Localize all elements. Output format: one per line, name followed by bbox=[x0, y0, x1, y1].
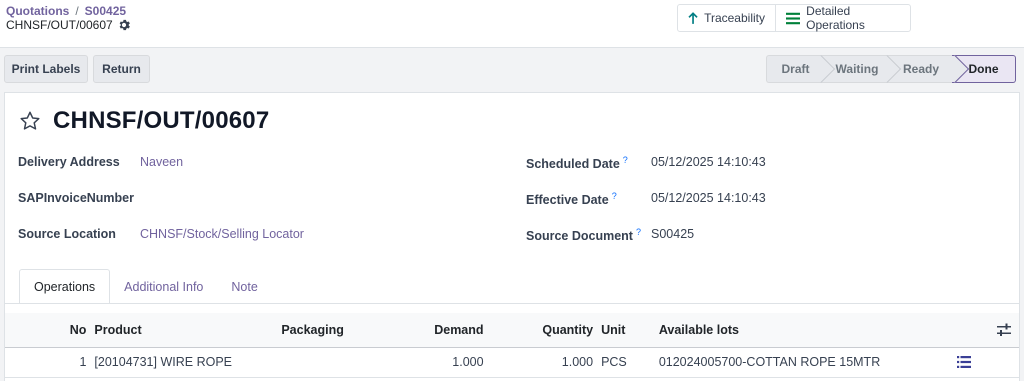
title-row: CHNSF/OUT/00607 bbox=[19, 107, 269, 135]
return-button[interactable]: Return bbox=[93, 55, 150, 83]
sliders-icon bbox=[997, 323, 1011, 337]
record-name: CHNSF/OUT/00607 bbox=[6, 18, 130, 32]
star-icon[interactable] bbox=[19, 110, 41, 132]
record-name-label: CHNSF/OUT/00607 bbox=[6, 18, 113, 32]
tabs-divider bbox=[5, 303, 1019, 304]
stage-ready-label: Ready bbox=[902, 62, 940, 76]
cell-details[interactable] bbox=[952, 347, 1019, 378]
traceability-button[interactable]: Traceability bbox=[678, 5, 775, 31]
delivery-address-label: Delivery Address bbox=[18, 155, 120, 169]
source-document-label: Source Document? bbox=[526, 227, 641, 243]
cell-packaging[interactable] bbox=[277, 347, 387, 378]
detailed-operations-button[interactable]: Detailed Operations bbox=[775, 4, 910, 32]
breadcrumb-quotations[interactable]: Quotations bbox=[6, 4, 69, 18]
col-unit[interactable]: Unit bbox=[597, 313, 655, 348]
stage-draft[interactable]: Draft bbox=[766, 54, 836, 84]
operations-table: No Product Packaging Demand Quantity Uni… bbox=[5, 313, 1019, 378]
tab-additional-info[interactable]: Additional Info bbox=[110, 269, 217, 304]
action-bar: Print Labels Return Draft Waiting Ready … bbox=[0, 48, 1024, 90]
list-icon bbox=[786, 12, 801, 24]
form-sheet: CHNSF/OUT/00607 Delivery Address Naveen … bbox=[4, 92, 1020, 381]
effective-date-label-text: Effective Date bbox=[526, 193, 609, 208]
arrow-up-icon bbox=[688, 12, 698, 24]
cell-product[interactable]: [20104731] WIRE ROPE bbox=[90, 347, 278, 378]
help-icon[interactable]: ? bbox=[636, 227, 641, 237]
optional-columns-toggle[interactable] bbox=[952, 313, 1019, 348]
effective-date-label: Effective Date? bbox=[526, 191, 617, 207]
delivery-address-value[interactable]: Naveen bbox=[140, 155, 183, 169]
detailed-operations-label: Detailed Operations bbox=[806, 4, 865, 32]
effective-date-value: 05/12/2025 14:10:43 bbox=[651, 191, 766, 205]
cell-available-lots: 012024005700-COTTAN ROPE 15MTR bbox=[654, 347, 953, 378]
col-demand[interactable]: Demand bbox=[386, 313, 488, 348]
scheduled-date-value[interactable]: 05/12/2025 14:10:43 bbox=[651, 155, 766, 169]
col-product[interactable]: Product bbox=[90, 313, 278, 348]
help-icon[interactable]: ? bbox=[612, 191, 617, 201]
control-panel: Quotations / S00425 CHNSF/OUT/00607 Tracea… bbox=[0, 0, 1024, 48]
table-header-row: No Product Packaging Demand Quantity Uni… bbox=[5, 313, 1019, 348]
sap-invoice-label: SAPInvoiceNumber bbox=[18, 191, 135, 205]
record-title: CHNSF/OUT/00607 bbox=[53, 107, 270, 134]
source-document-value[interactable]: S00425 bbox=[651, 227, 694, 241]
source-location-value[interactable]: CHNSF/Stock/Selling Locator bbox=[140, 227, 304, 241]
breadcrumb-separator: / bbox=[75, 4, 79, 18]
stage-done-label: Done bbox=[968, 62, 999, 76]
status-bar: Draft Waiting Ready Done bbox=[766, 54, 1016, 84]
stage-draft-label: Draft bbox=[781, 62, 810, 76]
source-location-label: Source Location bbox=[18, 227, 116, 241]
cell-unit: PCS bbox=[597, 347, 655, 378]
cell-demand[interactable]: 1.000 bbox=[386, 347, 488, 378]
traceability-label: Traceability bbox=[704, 11, 765, 25]
gear-icon[interactable] bbox=[118, 19, 130, 31]
stage-waiting-label: Waiting bbox=[835, 62, 879, 76]
print-labels-button[interactable]: Print Labels bbox=[4, 55, 88, 83]
help-icon[interactable]: ? bbox=[623, 155, 628, 165]
col-quantity[interactable]: Quantity bbox=[487, 313, 598, 348]
smart-buttons: Traceability Detailed Operations bbox=[677, 4, 911, 32]
stage-done[interactable]: Done bbox=[940, 54, 1016, 84]
cell-no: 1 bbox=[5, 347, 91, 378]
scheduled-date-label: Scheduled Date? bbox=[526, 155, 628, 171]
table-row[interactable]: 1 [20104731] WIRE ROPE 1.000 1.000 PCS 0… bbox=[5, 347, 1019, 378]
scheduled-date-label-text: Scheduled Date bbox=[526, 157, 620, 172]
tab-operations[interactable]: Operations bbox=[19, 269, 111, 304]
details-list-icon[interactable] bbox=[957, 355, 971, 369]
source-document-label-text: Source Document bbox=[526, 229, 633, 244]
tab-note[interactable]: Note bbox=[217, 269, 271, 304]
breadcrumb-sale-order[interactable]: S00425 bbox=[85, 4, 126, 18]
breadcrumb: Quotations / S00425 bbox=[6, 4, 126, 18]
cell-quantity[interactable]: 1.000 bbox=[487, 347, 598, 378]
notebook-tabs: Operations Additional Info Note bbox=[19, 269, 272, 304]
col-available-lots[interactable]: Available lots bbox=[654, 313, 953, 348]
col-no[interactable]: No bbox=[5, 313, 91, 348]
col-packaging[interactable]: Packaging bbox=[277, 313, 387, 348]
